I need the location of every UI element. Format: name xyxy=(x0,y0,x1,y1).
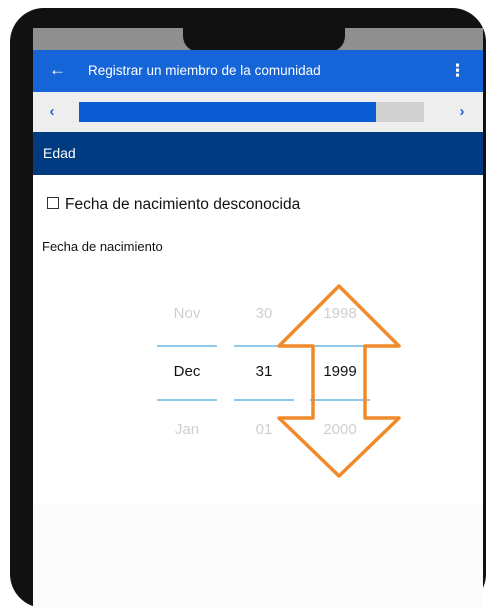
phone-frame: ← Registrar un miembro de la comunidad ⋮… xyxy=(10,8,486,608)
screen: ← Registrar un miembro de la comunidad ⋮… xyxy=(33,28,483,608)
bottom-area xyxy=(33,504,483,608)
